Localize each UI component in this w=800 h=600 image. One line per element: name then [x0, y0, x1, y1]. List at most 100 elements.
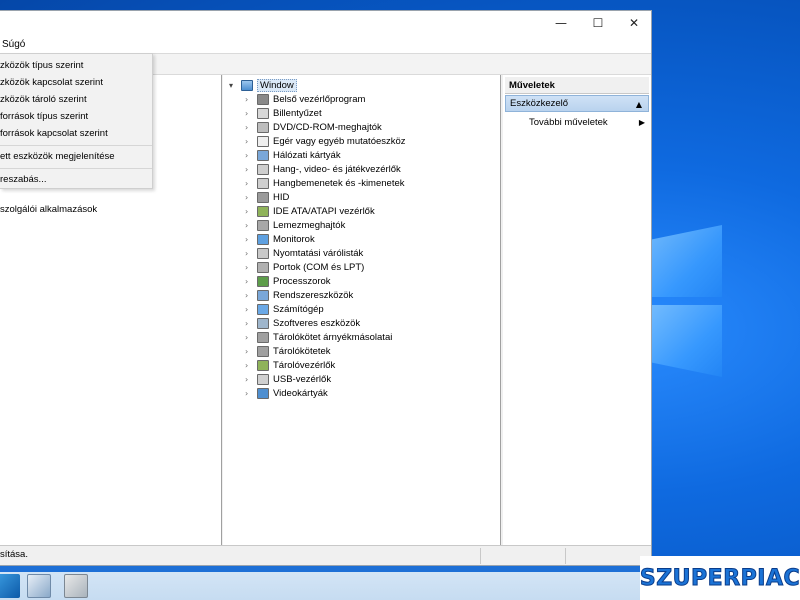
processor-icon [257, 275, 269, 287]
expand-chevron-icon[interactable]: › [245, 249, 257, 258]
windows-logo-pane-bottom [652, 305, 722, 377]
tools-taskbar-icon[interactable] [64, 574, 88, 598]
expand-chevron-icon[interactable]: › [245, 207, 257, 216]
collapse-triangle-icon[interactable]: ▲ [636, 97, 642, 112]
expand-chevron-icon[interactable]: › [245, 137, 257, 146]
tree-item[interactable]: › Belső vezérlőprogram [245, 92, 365, 106]
tree-item[interactable]: › Portok (COM és LPT) [245, 260, 364, 274]
menu-item-devices-by-connection[interactable]: zközök kapcsolat szerint [0, 74, 103, 91]
view-menu-dropdown: zközök típus szerint zközök kapcsolat sz… [0, 53, 153, 189]
maximize-button[interactable]: ☐ [580, 11, 616, 35]
tree-item[interactable]: › Tárolókötetek [245, 344, 331, 358]
disk-drive-icon [257, 219, 269, 231]
system-devices-icon [257, 289, 269, 301]
usb-icon [257, 373, 269, 385]
expand-chevron-icon[interactable]: › [245, 165, 257, 174]
speaker-icon [257, 163, 269, 175]
ide-controller-icon [257, 205, 269, 217]
tree-item[interactable]: › USB-vezérlők [245, 372, 331, 386]
hid-icon [257, 191, 269, 203]
tree-item[interactable]: › Szoftveres eszközök [245, 316, 360, 330]
expand-chevron-icon[interactable]: › [245, 109, 257, 118]
actions-section-device-manager[interactable]: Eszközkezelő ▲ [505, 95, 649, 112]
close-button[interactable]: ✕ [616, 11, 652, 35]
storage-controller-icon [257, 359, 269, 371]
computer-icon [257, 303, 269, 315]
watermark-logo: SZUPERPIAC [639, 556, 800, 600]
expand-chevron-icon[interactable]: › [245, 179, 257, 188]
title-bar: — ☐ ✕ [0, 11, 651, 35]
dvd-drive-icon [257, 121, 269, 133]
display-adapter-icon [257, 387, 269, 399]
status-text: sítása. [0, 549, 28, 560]
tree-root-label: Window [257, 78, 297, 92]
expand-chevron-icon[interactable]: › [245, 291, 257, 300]
tree-item[interactable]: › Hangbemenetek és -kimenetek [245, 176, 405, 190]
tree-item[interactable]: › Számítógép [245, 302, 324, 316]
expand-chevron-icon[interactable]: › [245, 277, 257, 286]
tree-root[interactable]: ▾ Window [229, 78, 297, 92]
expand-chevron-icon[interactable]: › [245, 389, 257, 398]
taskbar-app-icon[interactable] [0, 574, 20, 598]
watermark-text: SZUPERPIAC [639, 565, 800, 591]
expand-chevron-icon[interactable]: › [245, 263, 257, 272]
software-device-icon [257, 317, 269, 329]
minimize-button[interactable]: — [543, 11, 579, 35]
monitor-icon [257, 233, 269, 245]
expand-chevron-icon[interactable]: › [245, 95, 257, 104]
actions-header: Műveletek [505, 77, 649, 94]
device-manager-taskbar-icon[interactable] [27, 574, 51, 598]
network-adapter-icon [257, 149, 269, 161]
tree-item[interactable]: › Egér vagy egyéb mutatóeszköz [245, 134, 406, 148]
tree-item[interactable]: › Rendszereszközök [245, 288, 353, 302]
status-divider [565, 548, 566, 564]
status-bar: sítása. [0, 545, 651, 565]
left-pane-label[interactable]: szolgálói alkalmazások [0, 204, 97, 215]
printer-queue-icon [257, 247, 269, 259]
tree-item[interactable]: › DVD/CD-ROM-meghajtók [245, 120, 382, 134]
computer-icon [241, 79, 253, 91]
menu-item-devices-by-type[interactable]: zközök típus szerint [0, 57, 83, 74]
tree-item[interactable]: › Billentyűzet [245, 106, 322, 120]
device-tree: ▾ Window › Belső vezérlőprogram › Billenty… [223, 75, 501, 545]
collapse-chevron-icon[interactable]: ▾ [229, 81, 241, 90]
actions-pane: Műveletek Eszközkezelő ▲ További művelet… [503, 75, 651, 545]
tree-item[interactable]: › Tárolókötet árnyékmásolatai [245, 330, 392, 344]
tree-item[interactable]: › Tárolóvezérlők [245, 358, 335, 372]
status-divider [480, 548, 481, 564]
tree-item[interactable]: › Lemezmeghajtók [245, 218, 345, 232]
menu-item-resources-by-type[interactable]: források típus szerint [0, 108, 88, 125]
windows-logo-pane-top [652, 225, 722, 297]
expand-chevron-icon[interactable]: › [245, 333, 257, 342]
tree-item[interactable]: › Hang-, video- és játékvezérlők [245, 162, 401, 176]
expand-chevron-icon[interactable]: › [245, 151, 257, 160]
expand-chevron-icon[interactable]: › [245, 221, 257, 230]
expand-chevron-icon[interactable]: › [245, 193, 257, 202]
keyboard-icon [257, 107, 269, 119]
expand-chevron-icon[interactable]: › [245, 375, 257, 384]
expand-chevron-icon[interactable]: › [245, 235, 257, 244]
tree-item[interactable]: › Processzorok [245, 274, 331, 288]
more-actions-label: További műveletek [529, 117, 608, 128]
menu-bar: Súgó [0, 35, 651, 53]
expand-chevron-icon[interactable]: › [245, 123, 257, 132]
tree-item[interactable]: › Nyomtatási várólisták [245, 246, 363, 260]
menu-item-show-hidden-devices[interactable]: ett eszközök megjelenítése [0, 148, 115, 165]
menu-item-customize[interactable]: reszabás... [0, 171, 46, 188]
menu-help[interactable]: Súgó [0, 39, 27, 50]
tree-item[interactable]: › HID [245, 190, 289, 204]
actions-section-label: Eszközkezelő [510, 98, 569, 109]
tree-item[interactable]: › Monitorok [245, 232, 315, 246]
menu-item-resources-by-connection[interactable]: források kapcsolat szerint [0, 125, 108, 142]
more-actions-item[interactable]: További műveletek ▶ [529, 116, 645, 130]
expand-chevron-icon[interactable]: › [245, 319, 257, 328]
expand-chevron-icon[interactable]: › [245, 305, 257, 314]
tree-item[interactable]: › Hálózati kártyák [245, 148, 341, 162]
tree-item[interactable]: › IDE ATA/ATAPI vezérlők [245, 204, 375, 218]
expand-chevron-icon[interactable]: › [245, 347, 257, 356]
menu-separator [0, 168, 152, 169]
expand-chevron-icon[interactable]: › [245, 361, 257, 370]
tree-item[interactable]: › Videokártyák [245, 386, 328, 400]
firmware-icon [257, 93, 269, 105]
menu-item-devices-by-container[interactable]: zközök tároló szerint [0, 91, 87, 108]
